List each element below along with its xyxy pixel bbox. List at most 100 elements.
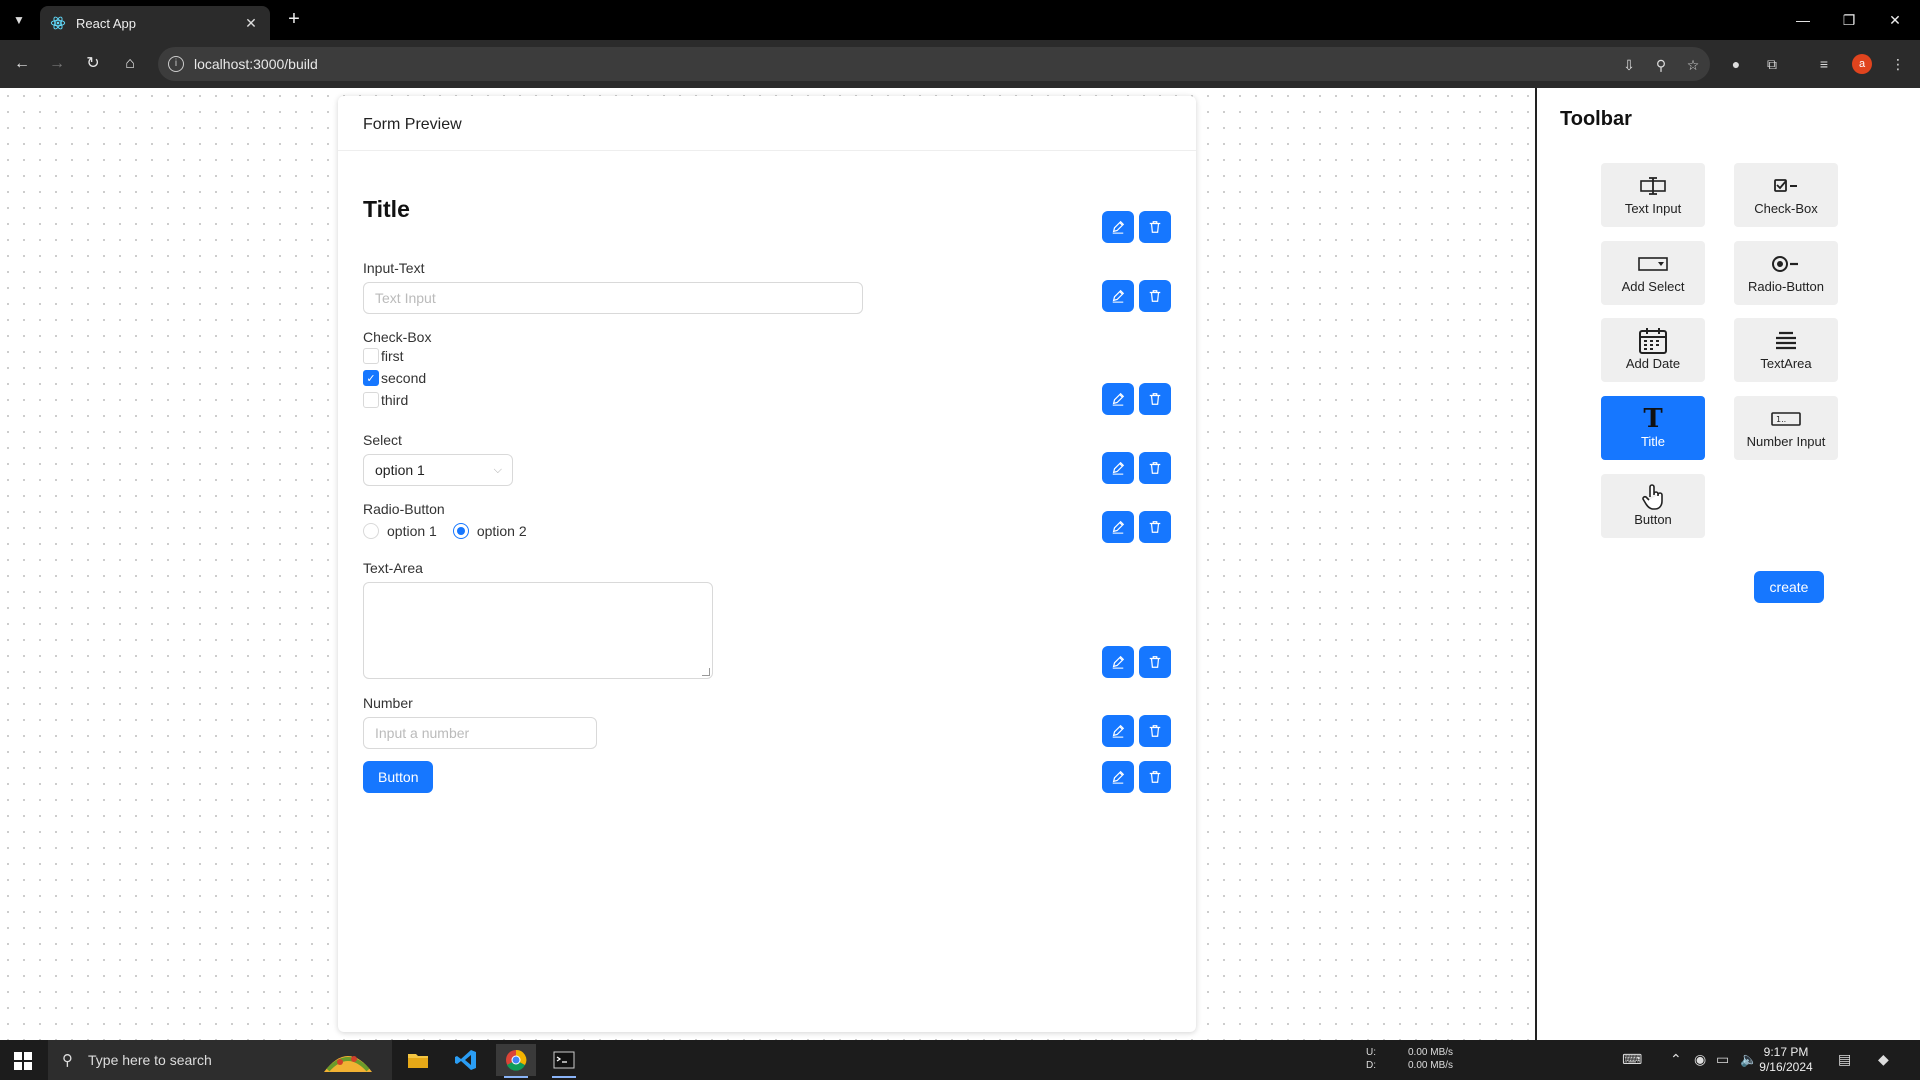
chevron-down-icon: ⌵ — [493, 464, 502, 476]
copilot-icon[interactable]: ◆ — [1878, 1051, 1889, 1068]
tool-number-input[interactable]: 1.. Number Input — [1734, 396, 1838, 460]
edit-button[interactable] — [1102, 511, 1134, 543]
terminal-icon[interactable] — [544, 1044, 584, 1078]
chrome-icon[interactable] — [496, 1044, 536, 1078]
close-window-button[interactable]: ✕ — [1872, 6, 1918, 34]
trash-icon — [1149, 521, 1161, 533]
show-hidden-icons-icon[interactable]: ⌃ — [1670, 1051, 1682, 1068]
radio-selected[interactable] — [452, 523, 469, 539]
text-input-icon — [1640, 174, 1666, 198]
delete-button[interactable] — [1139, 715, 1171, 747]
form-title-field: Title — [363, 196, 410, 223]
edit-button[interactable] — [1102, 211, 1134, 243]
number-input[interactable]: Input a number — [363, 717, 597, 749]
minimize-button[interactable]: — — [1780, 6, 1826, 34]
upload-label: U: — [1366, 1047, 1376, 1058]
edit-button[interactable] — [1102, 452, 1134, 484]
tool-add-date[interactable]: Add Date — [1601, 318, 1705, 382]
extension-icon[interactable]: ● — [1726, 54, 1746, 74]
tool-label: Add Date — [1625, 356, 1681, 371]
profile-avatar[interactable]: a — [1852, 54, 1872, 74]
radio-group: option 1 option 2 — [363, 523, 543, 539]
keyboard-icon[interactable]: ⌨ — [1622, 1051, 1642, 1068]
new-tab-button[interactable]: + — [282, 8, 306, 32]
tool-label: Text Input — [1624, 201, 1682, 216]
network-icon[interactable]: ▭ — [1716, 1051, 1729, 1068]
tool-check-box[interactable]: Check-Box — [1734, 163, 1838, 227]
bookmark-star-icon[interactable]: ☆ — [1684, 56, 1702, 74]
title-actions — [1102, 211, 1171, 243]
address-bar[interactable]: i localhost:3000/build ⇩ ⚲ ☆ — [158, 47, 1710, 81]
select-label: Select — [363, 432, 402, 448]
browser-menu-icon[interactable]: ⋮ — [1888, 54, 1908, 74]
reload-button[interactable]: ↻ — [81, 52, 105, 76]
vscode-icon[interactable] — [446, 1044, 486, 1076]
create-button[interactable]: create — [1754, 571, 1824, 603]
checkbox-actions — [1102, 383, 1171, 415]
radio-option[interactable]: option 2 — [452, 523, 527, 539]
tool-label: Check-Box — [1754, 201, 1818, 216]
text-input[interactable]: Text Input — [363, 282, 863, 314]
edit-button[interactable] — [1102, 761, 1134, 793]
volume-icon[interactable]: 🔈 — [1740, 1051, 1757, 1068]
search-placeholder: Type here to search — [88, 1052, 212, 1068]
browser-tab-strip: ▼ React App ✕ + — ❐ ✕ — [0, 0, 1920, 40]
delete-button[interactable] — [1139, 211, 1171, 243]
checkbox-checked[interactable]: ✓ — [363, 370, 379, 386]
trash-icon — [1149, 771, 1161, 783]
forward-button[interactable]: → — [45, 52, 69, 76]
checkbox-option[interactable]: first — [363, 345, 431, 367]
edit-icon — [1112, 220, 1125, 234]
delete-button[interactable] — [1139, 452, 1171, 484]
delete-button[interactable] — [1139, 761, 1171, 793]
checkbox-option[interactable]: ✓ second — [363, 367, 431, 389]
windows-taskbar: ⚲ Type here to search U: 0.00 MB/s D: 0.00… — [0, 1040, 1920, 1080]
tool-title[interactable]: T Title — [1601, 396, 1705, 460]
media-controls-icon[interactable]: ≡ — [1814, 54, 1834, 74]
radio-option[interactable]: option 1 — [363, 523, 437, 539]
resize-handle[interactable] — [702, 668, 710, 676]
windows-start-icon[interactable] — [14, 1052, 32, 1070]
file-explorer-icon[interactable] — [398, 1044, 438, 1076]
trash-icon — [1149, 725, 1161, 737]
edit-button[interactable] — [1102, 646, 1134, 678]
site-info-icon[interactable]: i — [168, 56, 184, 72]
install-app-icon[interactable]: ⇩ — [1620, 56, 1638, 74]
restore-button[interactable]: ❐ — [1826, 6, 1872, 34]
delete-button[interactable] — [1139, 511, 1171, 543]
checkbox[interactable] — [363, 348, 379, 364]
url-text[interactable]: localhost:3000/build — [194, 56, 318, 72]
checkbox-option[interactable]: third — [363, 389, 431, 411]
notifications-icon[interactable]: ▤ — [1838, 1051, 1851, 1068]
form-button[interactable]: Button — [363, 761, 434, 793]
edit-button[interactable] — [1102, 715, 1134, 747]
zoom-icon[interactable]: ⚲ — [1652, 56, 1670, 74]
tool-button[interactable]: Button — [1601, 474, 1705, 538]
taskbar-search[interactable]: ⚲ Type here to search — [48, 1040, 392, 1080]
edit-button[interactable] — [1102, 280, 1134, 312]
radio[interactable] — [363, 523, 379, 539]
delete-button[interactable] — [1139, 280, 1171, 312]
browser-tab[interactable]: React App ✕ — [40, 6, 270, 40]
checkbox[interactable] — [363, 392, 379, 408]
tool-radio-button[interactable]: Radio-Button — [1734, 241, 1838, 305]
tool-add-select[interactable]: Add Select — [1601, 241, 1705, 305]
textarea-input[interactable] — [363, 582, 713, 679]
upload-speed: 0.00 MB/s — [1408, 1047, 1454, 1058]
panel-divider — [1535, 88, 1537, 1040]
select-dropdown[interactable]: option 1 ⌵ — [363, 454, 513, 486]
system-clock[interactable]: 9:17 PM 9/16/2024 — [1756, 1045, 1816, 1075]
edit-button[interactable] — [1102, 383, 1134, 415]
extensions-puzzle-icon[interactable]: ⧉ — [1762, 54, 1782, 74]
form-preview-header: Form Preview — [338, 96, 1196, 151]
back-button[interactable]: ← — [10, 52, 34, 76]
camera-icon[interactable]: ◉ — [1694, 1051, 1706, 1068]
home-button[interactable]: ⌂ — [118, 52, 142, 76]
close-tab-icon[interactable]: ✕ — [242, 15, 260, 32]
tab-search-button[interactable]: ▼ — [8, 9, 30, 31]
tool-textarea[interactable]: TextArea — [1734, 318, 1838, 382]
delete-button[interactable] — [1139, 646, 1171, 678]
delete-button[interactable] — [1139, 383, 1171, 415]
tool-text-input[interactable]: Text Input — [1601, 163, 1705, 227]
clock-date: 9/16/2024 — [1759, 1060, 1813, 1074]
